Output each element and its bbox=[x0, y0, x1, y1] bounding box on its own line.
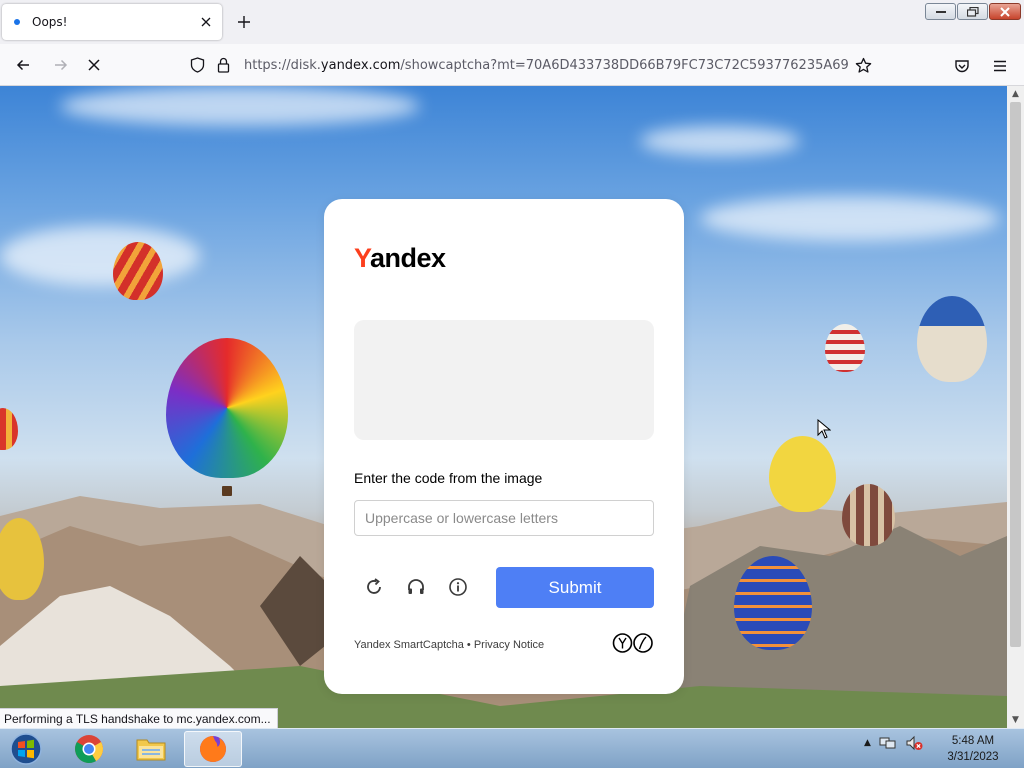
window-restore-button[interactable] bbox=[957, 3, 988, 20]
scroll-down-arrow-icon[interactable]: ▼ bbox=[1007, 712, 1024, 728]
hot-air-balloon bbox=[842, 484, 895, 546]
smartcaptcha-logo-icon bbox=[612, 632, 654, 654]
hot-air-balloon bbox=[113, 242, 163, 300]
url-prefix: https://disk. bbox=[244, 57, 321, 73]
hot-air-balloon bbox=[917, 296, 987, 382]
new-tab-button[interactable] bbox=[232, 10, 256, 34]
vertical-scrollbar[interactable]: ▲ ▼ bbox=[1007, 86, 1024, 728]
yandex-logo-rest: andex bbox=[370, 243, 446, 273]
page-content: Yandex Enter the code from the image Sub… bbox=[0, 86, 1007, 728]
balloon-basket bbox=[222, 486, 232, 496]
mouse-cursor-icon bbox=[817, 419, 831, 439]
smartcaptcha-link[interactable]: Yandex SmartCaptcha bbox=[354, 639, 464, 651]
clock-time: 5:48 AM bbox=[951, 735, 995, 747]
url-host: yandex.com bbox=[320, 57, 401, 73]
hot-air-balloon bbox=[825, 324, 865, 372]
bookmark-star-icon[interactable] bbox=[851, 49, 875, 81]
refresh-icon[interactable] bbox=[362, 575, 386, 599]
close-tab-icon[interactable] bbox=[194, 10, 218, 34]
hot-air-balloon bbox=[0, 408, 18, 450]
url-text[interactable]: https://disk.yandex.com/showcaptcha?mt=7… bbox=[244, 58, 849, 73]
system-tray: ▲ bbox=[864, 735, 923, 751]
captcha-footer: Yandex SmartCaptcha • Privacy Notice bbox=[354, 639, 544, 651]
volume-muted-icon[interactable] bbox=[905, 735, 923, 751]
footer-separator: • bbox=[463, 639, 474, 651]
captcha-prompt: Enter the code from the image bbox=[354, 470, 543, 486]
tracking-protection-shield-icon[interactable] bbox=[184, 57, 210, 73]
tab-title: Oops! bbox=[32, 15, 68, 29]
cloud bbox=[0, 226, 200, 286]
address-bar[interactable]: https://disk.yandex.com/showcaptcha?mt=7… bbox=[180, 49, 878, 81]
captcha-card: Yandex Enter the code from the image Sub… bbox=[324, 199, 684, 694]
lock-icon[interactable] bbox=[210, 57, 236, 73]
privacy-notice-link[interactable]: Privacy Notice bbox=[474, 639, 544, 651]
firefox-taskbar-icon[interactable] bbox=[184, 731, 242, 767]
pocket-icon[interactable] bbox=[950, 54, 974, 78]
hot-air-balloon bbox=[166, 338, 288, 478]
cloud bbox=[640, 126, 800, 156]
status-panel: Performing a TLS handshake to mc.yandex.… bbox=[0, 708, 278, 728]
yandex-logo-y: Y bbox=[354, 243, 371, 273]
submit-button[interactable]: Submit bbox=[496, 567, 654, 608]
hamburger-menu-icon[interactable] bbox=[988, 54, 1012, 78]
forward-button[interactable] bbox=[45, 49, 77, 81]
captcha-image bbox=[354, 320, 654, 440]
yandex-logo: Yandex bbox=[354, 243, 446, 274]
scroll-up-arrow-icon[interactable]: ▲ bbox=[1007, 86, 1024, 102]
back-button[interactable] bbox=[7, 49, 39, 81]
headphones-icon[interactable] bbox=[404, 575, 428, 599]
browser-tab[interactable]: Oops! bbox=[2, 4, 222, 40]
navigation-bar: https://disk.yandex.com/showcaptcha?mt=7… bbox=[0, 44, 1024, 86]
tab-bar: Oops! bbox=[0, 0, 1024, 44]
url-path: /showcaptcha?mt=70A6D433738DD66B79FC73C7… bbox=[400, 57, 849, 73]
info-icon[interactable] bbox=[446, 575, 470, 599]
file-explorer-taskbar-icon[interactable] bbox=[122, 731, 180, 767]
window-close-button[interactable] bbox=[989, 3, 1021, 20]
cloud bbox=[60, 86, 420, 126]
window-minimize-button[interactable] bbox=[925, 3, 956, 20]
chrome-taskbar-icon[interactable] bbox=[60, 731, 118, 767]
hot-air-balloon bbox=[769, 436, 836, 512]
hot-air-balloon bbox=[734, 556, 812, 650]
cloud bbox=[700, 196, 1000, 241]
taskbar-clock[interactable]: 5:48 AM 3/31/2023 bbox=[938, 733, 1008, 765]
captcha-code-input[interactable] bbox=[354, 500, 654, 536]
windows-start-button[interactable] bbox=[6, 731, 46, 767]
windows-taskbar: ▲ 5:48 AM 3/31/2023 bbox=[0, 728, 1024, 768]
show-hidden-icons-icon[interactable]: ▲ bbox=[864, 738, 871, 748]
loading-dot-icon bbox=[14, 19, 20, 25]
stop-loading-button[interactable] bbox=[78, 49, 110, 81]
clock-date: 3/31/2023 bbox=[947, 751, 999, 763]
scrollbar-thumb[interactable] bbox=[1010, 102, 1021, 647]
network-icon[interactable] bbox=[879, 735, 897, 751]
